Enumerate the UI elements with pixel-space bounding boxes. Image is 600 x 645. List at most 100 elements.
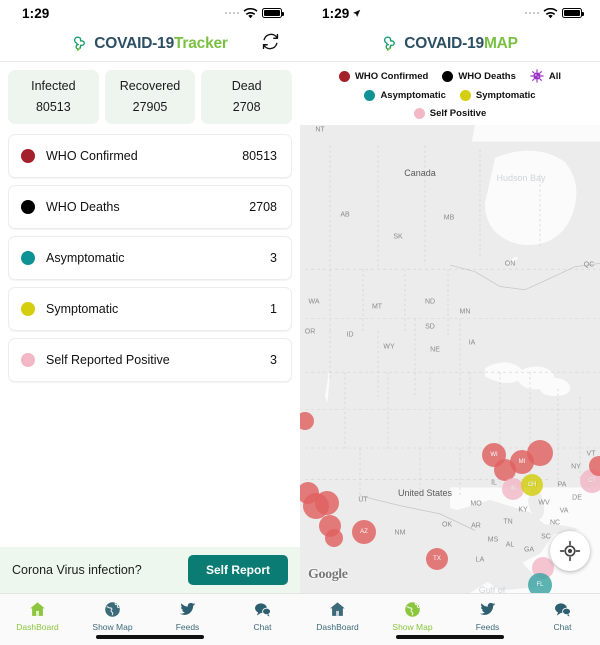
legend-item-who-confirmed[interactable]: WHO Confirmed <box>338 70 428 82</box>
tab-label: Chat <box>553 622 572 632</box>
location-arrow-icon <box>353 9 361 17</box>
tab-show-map[interactable]: Show Map <box>375 600 450 632</box>
status-dot <box>21 149 35 163</box>
category-list: WHO Confirmed 80513 WHO Deaths 2708 Asym… <box>0 132 300 382</box>
list-item-count: 80513 <box>242 149 277 163</box>
app-header-right: COVAID-19MAP <box>300 26 600 62</box>
tab-feeds[interactable]: Feeds <box>150 600 225 632</box>
home-indicator <box>396 635 504 639</box>
brand-title-right: COVAID-19MAP <box>404 35 518 53</box>
globe-icon <box>405 602 420 617</box>
medical-cross-icon <box>74 36 86 51</box>
google-map[interactable]: NT Canada AB SK MB ON QC Hudson Bay WA MT ND MN OR ID… <box>300 125 600 593</box>
tab-bar-right: DashBoard Show Map Feeds Chat <box>300 593 600 645</box>
list-item-label: WHO Confirmed <box>46 149 138 163</box>
tab-dashboard[interactable]: DashBoard <box>0 600 75 632</box>
list-item[interactable]: Self Reported Positive 3 <box>8 338 292 382</box>
map-marker-symptomatic[interactable]: OH <box>521 474 543 496</box>
dashboard-screen: 1:29 COVAID-19Tracker Infected 80513 Rec… <box>0 0 300 645</box>
tab-label: Show Map <box>392 622 433 632</box>
stat-card-infected[interactable]: Infected 80513 <box>8 70 99 124</box>
stat-value: 80513 <box>35 100 71 114</box>
tab-label: Chat <box>253 622 272 632</box>
stat-label: Dead <box>231 79 262 93</box>
medical-cross-icon <box>384 36 396 51</box>
map-marker-confirmed[interactable] <box>527 440 553 466</box>
legend-item-symptomatic[interactable]: Symptomatic <box>459 90 536 101</box>
legend-label: All <box>548 70 562 82</box>
tab-label: DashBoard <box>316 622 359 632</box>
tab-show-map[interactable]: Show Map <box>75 600 150 632</box>
brand-primary-right: COVAID-19 <box>404 34 484 52</box>
list-item-label: Self Reported Positive <box>46 353 170 367</box>
status-dot <box>21 353 35 367</box>
home-icon <box>30 602 45 616</box>
tab-dashboard[interactable]: DashBoard <box>300 600 375 632</box>
map-marker-confirmed[interactable] <box>325 529 343 547</box>
tab-label: Show Map <box>92 622 133 632</box>
google-attribution: Google <box>308 567 348 582</box>
list-item-label: Symptomatic <box>46 302 119 316</box>
status-dot <box>21 200 35 214</box>
status-bar-right: 1:29 <box>300 0 600 26</box>
list-item-count: 3 <box>270 353 277 367</box>
list-item-count: 1 <box>270 302 277 316</box>
stat-card-recovered[interactable]: Recovered 27905 <box>104 70 196 124</box>
brand-secondary-left: Tracker <box>173 34 228 52</box>
status-time-group-right: 1:29 <box>322 6 361 21</box>
legend-label: Asymptomatic <box>380 90 446 101</box>
self-report-button[interactable]: Self Report <box>187 555 288 585</box>
banner-text: Corona Virus infection? <box>12 563 142 577</box>
refresh-icon[interactable] <box>261 32 280 56</box>
brand-logo-right: COVAID-19MAP <box>382 35 518 53</box>
chat-icon <box>255 603 271 617</box>
stat-label: Recovered <box>119 79 181 93</box>
status-time: 1:29 <box>322 5 350 21</box>
status-indicators-left <box>224 7 284 19</box>
list-item-count: 3 <box>270 251 277 265</box>
self-report-banner: Corona Virus infection? Self Report <box>0 547 300 593</box>
home-indicator <box>96 635 204 639</box>
globe-icon <box>105 602 120 617</box>
legend-row: WHO Confirmed WHO Deaths All <box>306 69 594 83</box>
list-item[interactable]: Asymptomatic 3 <box>8 236 292 280</box>
map-screen: 1:29 COVAID-19MAP WHO Confirmed WHO Deat… <box>300 0 600 645</box>
tab-label: DashBoard <box>16 622 59 632</box>
stat-value: 27905 <box>132 100 168 114</box>
legend-row: Self Positive <box>306 108 594 119</box>
brand-logo-left: COVAID-19Tracker <box>72 35 228 53</box>
map-marker-confirmed[interactable] <box>315 491 339 515</box>
list-item-label: WHO Deaths <box>46 200 120 214</box>
map-geometry <box>300 125 600 593</box>
signal-dots-icon <box>224 11 239 15</box>
legend-label: WHO Deaths <box>458 70 516 82</box>
my-location-icon <box>559 540 581 562</box>
legend-item-asymptomatic[interactable]: Asymptomatic <box>364 90 446 101</box>
stat-card-dead[interactable]: Dead 2708 <box>201 70 293 124</box>
virus-icon <box>530 69 544 83</box>
tab-label: Feeds <box>475 622 500 632</box>
list-item[interactable]: WHO Confirmed 80513 <box>8 134 292 178</box>
tab-bar-left: DashBoard Show Map Feeds Chat <box>0 593 300 645</box>
my-location-button[interactable] <box>550 531 590 571</box>
list-item[interactable]: Symptomatic 1 <box>8 287 292 331</box>
list-item[interactable]: WHO Deaths 2708 <box>8 185 292 229</box>
battery-icon <box>562 8 584 18</box>
list-item-label: Asymptomatic <box>46 251 125 265</box>
map-legend: WHO Confirmed WHO Deaths All Asymptomati… <box>300 62 600 132</box>
map-marker-confirmed[interactable]: TX <box>426 548 448 570</box>
map-marker-asymptomatic[interactable]: FL <box>528 573 552 593</box>
legend-item-who-deaths[interactable]: WHO Deaths <box>442 70 516 82</box>
tab-feeds[interactable]: Feeds <box>450 600 525 632</box>
tab-chat[interactable]: Chat <box>525 600 600 632</box>
app-header-left: COVAID-19Tracker <box>0 26 300 62</box>
twitter-icon <box>179 602 196 615</box>
status-dot <box>21 251 35 265</box>
legend-item-self-positive[interactable]: Self Positive <box>413 108 486 119</box>
brand-primary-left: COVAID-19 <box>94 34 174 52</box>
status-dot <box>459 90 471 101</box>
legend-item-all[interactable]: All <box>530 69 561 83</box>
signal-dots-icon <box>524 11 539 15</box>
map-marker-confirmed[interactable]: AZ <box>352 520 376 544</box>
tab-chat[interactable]: Chat <box>225 600 300 632</box>
